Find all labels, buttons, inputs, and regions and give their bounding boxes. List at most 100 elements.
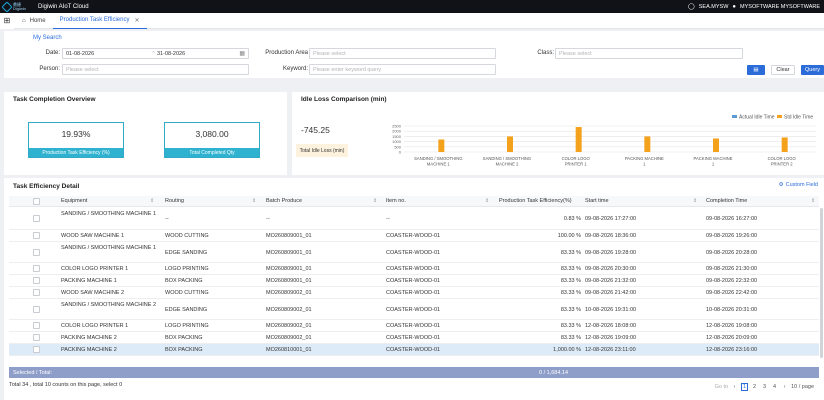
cell-batch: MO260809002_01 <box>266 323 312 329</box>
cell-efficiency: 83.33 % <box>560 266 581 272</box>
cell-completion-time: 12-08-2026 20:09:00 <box>706 335 758 341</box>
cell-routing: BOX PACKING <box>165 335 203 341</box>
custom-field-button[interactable]: ⚙ Custom Field <box>779 182 818 188</box>
table-row[interactable]: COLOR LOGO PRINTER 1 LOGO PRINTING MO260… <box>9 263 819 275</box>
cell-completion-time: 10-08-2026 20:31:00 <box>706 307 758 313</box>
table-row[interactable]: PACKING MACHINE 2 BOX PACKING MO26080900… <box>9 332 819 344</box>
production-area-select[interactable]: Please select <box>309 48 496 59</box>
sort-icon[interactable]: ⇕ <box>150 196 154 207</box>
page-4[interactable]: 4 <box>771 383 778 391</box>
cell-routing: BOX PACKING <box>165 278 203 284</box>
table-row[interactable]: SANDING / SMOOTHING MACHINE 2 EDGE SANDI… <box>9 299 819 320</box>
cell-batch: -- <box>266 216 270 222</box>
col-routing[interactable]: Routing <box>165 196 184 207</box>
idle-loss-chart: Actual Idle Time Std Idle Time25002000150… <box>392 115 816 167</box>
row-checkbox[interactable] <box>33 215 40 222</box>
tenant-name[interactable]: MYSOFTWARE MYSOFTWARE <box>740 4 820 10</box>
class-select[interactable]: Please select <box>555 48 743 59</box>
table-row[interactable]: WOOD SAW MACHINE 2 WOOD CUTTING MO260809… <box>9 287 819 299</box>
table-row[interactable]: WOOD SAW MACHINE 1 WOOD CUTTING MO260809… <box>9 230 819 242</box>
cell-completion-time: 09-08-2026 21:30:00 <box>706 266 758 272</box>
selection-summary: Selected / Total: 0 / 1,684.14 <box>9 367 819 378</box>
row-checkbox[interactable] <box>33 232 40 239</box>
table-scrollbar[interactable] <box>820 208 823 358</box>
prev-page-icon[interactable]: ‹ <box>731 383 738 391</box>
table-row[interactable]: COLOR LOGO PRINTER 1 LOGO PRINTING MO260… <box>9 320 819 332</box>
page-1[interactable]: 1 <box>741 383 749 391</box>
row-checkbox[interactable] <box>33 306 40 313</box>
table-row[interactable]: SANDING / SMOOTHING MACHINE 1 EDGE SANDI… <box>9 242 819 263</box>
sort-icon[interactable]: ⇕ <box>811 196 815 207</box>
x-tick-label: SANDING / SMOOTHING <box>414 156 462 161</box>
keyword-label: Keyword: <box>282 66 308 72</box>
cell-completion-time: 09-08-2026 19:26:00 <box>706 233 758 239</box>
cell-completion-time: 12-08-2026 19:08:00 <box>706 323 758 329</box>
page-2[interactable]: 2 <box>751 383 758 391</box>
per-page-select[interactable]: 10 / page <box>791 384 814 390</box>
cell-efficiency: 83.33 % <box>560 323 581 329</box>
row-checkbox[interactable] <box>33 277 40 284</box>
cell-batch: MO260810001_01 <box>266 347 312 353</box>
col-batch-produce[interactable]: Batch Produce <box>266 196 302 207</box>
select-all-checkbox[interactable] <box>33 198 40 205</box>
legend-label: Actual Idle Time <box>739 115 775 121</box>
app-grid-icon[interactable]: ⊞ <box>0 12 14 29</box>
col-equipment[interactable]: Equipment <box>61 196 87 207</box>
summary-value: 0 / 1,684.14 <box>539 369 569 376</box>
logo-icon <box>1 0 13 13</box>
row-checkbox[interactable] <box>33 334 40 341</box>
row-checkbox[interactable] <box>33 322 40 329</box>
cell-item: COASTER-WOOD-01 <box>386 323 441 329</box>
tab-production-task-efficiency[interactable]: Production Task Efficiency ✕ <box>52 12 147 29</box>
query-button[interactable]: Query <box>801 65 824 75</box>
cell-batch: MO260809002_01 <box>266 290 312 296</box>
cell-routing: LOGO PRINTING <box>165 266 209 272</box>
cell-efficiency: 0.83 % <box>563 216 581 222</box>
idle-loss-card: Idle Loss Comparison (min) -745.25 Total… <box>292 92 824 175</box>
person-select[interactable]: Please select <box>62 64 249 75</box>
table-row[interactable]: PACKING MACHINE 1 BOX PACKING MO26080900… <box>9 275 819 287</box>
table-row-selected[interactable]: PACKING MACHINE 2 BOX PACKING MO26081000… <box>9 344 819 356</box>
sort-icon[interactable]: ⇕ <box>485 196 489 207</box>
my-search-link[interactable]: My Search <box>33 35 62 41</box>
cell-efficiency: 83.33 % <box>560 278 581 284</box>
cell-equipment: WOOD SAW MACHINE 1 <box>61 233 125 239</box>
date-label: Date: <box>45 50 60 56</box>
cell-routing: EDGE SANDING <box>165 250 208 256</box>
table-row[interactable]: SANDING / SMOOTHING MACHINE 1 -- -- -- 0… <box>9 208 819 230</box>
row-checkbox[interactable] <box>33 249 40 256</box>
user-icon[interactable]: ● <box>732 4 736 10</box>
cell-routing: -- <box>165 216 169 222</box>
row-checkbox[interactable] <box>33 346 40 353</box>
cell-start-time: 09-08-2026 17:27:00 <box>585 216 637 222</box>
x-tick-label: COLOR LOGO <box>768 156 797 161</box>
sort-icon[interactable]: ⇕ <box>252 196 256 207</box>
date-range-input[interactable]: 01-08-2026 ~ 31-08-2026 ▦ <box>62 48 249 59</box>
next-page-icon[interactable]: › <box>781 383 788 391</box>
col-completion-time[interactable]: Completion Time <box>706 196 747 207</box>
col-efficiency[interactable]: Production Task Efficiency(%) <box>499 196 572 207</box>
page-3[interactable]: 3 <box>761 383 768 391</box>
x-tick-label: PRINTER 2 <box>771 162 794 167</box>
save-search-button[interactable]: ▤ <box>747 65 765 75</box>
cell-equipment: PACKING MACHINE 2 <box>61 335 117 341</box>
tab-home[interactable]: ⌂ Home <box>14 13 53 29</box>
cell-start-time: 09-08-2026 21:32:00 <box>585 278 637 284</box>
row-checkbox[interactable] <box>33 265 40 272</box>
cell-completion-time: 09-08-2026 22:42:00 <box>706 290 758 296</box>
sort-icon[interactable]: ⇕ <box>373 196 377 207</box>
digiwin-logo[interactable]: 鼎捷 Digiwin <box>0 0 28 13</box>
close-icon[interactable]: ✕ <box>134 17 139 24</box>
col-start-time[interactable]: Start time <box>585 196 609 207</box>
date-separator: ~ <box>152 50 156 56</box>
clear-button[interactable]: Clear <box>771 65 795 75</box>
keyword-input[interactable]: Please enter keyword query <box>309 64 496 75</box>
cell-batch: MO260809001_01 <box>266 278 312 284</box>
col-item-no[interactable]: Item no. <box>386 196 406 207</box>
tab-bar: ⊞ ⌂ Home Production Task Efficiency ✕ <box>0 12 824 29</box>
sort-icon[interactable]: ⇕ <box>693 196 697 207</box>
region-selector[interactable]: SEA.MYSW <box>699 4 729 10</box>
globe-icon[interactable]: ◯ <box>688 3 695 10</box>
row-checkbox[interactable] <box>33 289 40 296</box>
cell-equipment: PACKING MACHINE 2 <box>61 347 117 353</box>
